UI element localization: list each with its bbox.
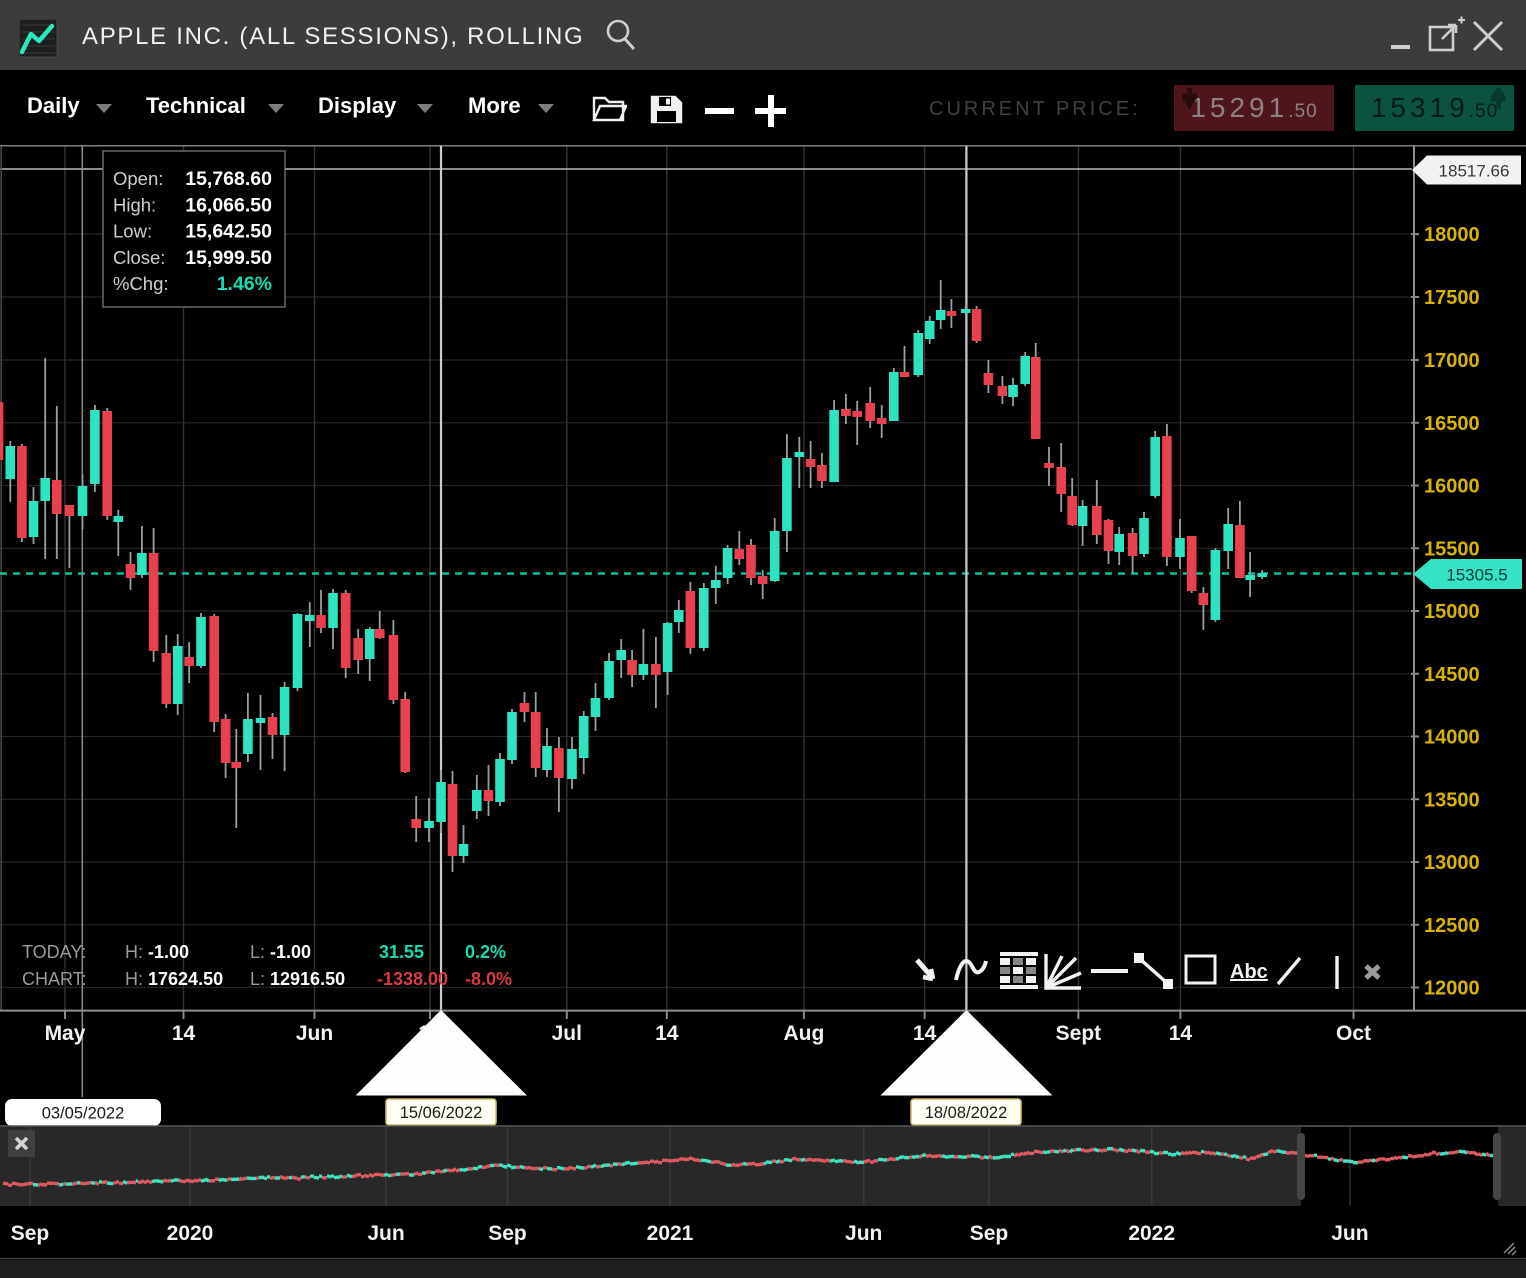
svg-text:31.55: 31.55 xyxy=(379,942,424,962)
svg-text:12000: 12000 xyxy=(1424,978,1480,1000)
svg-text:16000: 16000 xyxy=(1424,476,1480,498)
svg-text:13000: 13000 xyxy=(1424,852,1480,874)
svg-text:17000: 17000 xyxy=(1424,350,1480,372)
svg-text:18517.66: 18517.66 xyxy=(1439,162,1510,181)
svg-text:14500: 14500 xyxy=(1424,664,1480,686)
svg-text:L: -1.00: L: -1.00 xyxy=(250,942,311,962)
svg-text:16,066.50: 16,066.50 xyxy=(185,194,272,216)
svg-text:15500: 15500 xyxy=(1424,538,1480,560)
svg-text:15,768.60: 15,768.60 xyxy=(185,168,272,190)
svg-text:Sep: Sep xyxy=(970,1222,1009,1245)
svg-text:15,642.50: 15,642.50 xyxy=(185,221,272,243)
svg-text:Abc: Abc xyxy=(1230,961,1268,983)
svg-text:14000: 14000 xyxy=(1424,727,1480,749)
svg-text:Sep: Sep xyxy=(11,1222,50,1245)
svg-text:12500: 12500 xyxy=(1424,915,1480,937)
svg-text:Open:: Open: xyxy=(113,168,163,189)
svg-text:03/05/2022: 03/05/2022 xyxy=(42,1105,125,1123)
svg-text:2021: 2021 xyxy=(647,1222,694,1245)
svg-text:%Chg:: %Chg: xyxy=(113,273,169,294)
svg-text:-8.0%: -8.0% xyxy=(465,969,512,989)
svg-text:H: 17624.50: H: 17624.50 xyxy=(125,969,223,989)
svg-text:0.2%: 0.2% xyxy=(465,942,506,962)
svg-text:CHART:: CHART: xyxy=(22,969,87,989)
svg-text:18/08/2022: 18/08/2022 xyxy=(925,1104,1008,1122)
svg-text:18000: 18000 xyxy=(1424,224,1480,246)
svg-text:Oct: Oct xyxy=(1336,1022,1371,1045)
svg-text:TODAY:: TODAY: xyxy=(22,942,86,962)
svg-text:Low:: Low: xyxy=(113,221,152,242)
svg-text:17500: 17500 xyxy=(1424,287,1480,309)
svg-text:-1338.00: -1338.00 xyxy=(377,969,448,989)
svg-text:Jun: Jun xyxy=(296,1022,333,1045)
svg-text:H: -1.00: H: -1.00 xyxy=(125,942,189,962)
svg-text:14: 14 xyxy=(913,1022,937,1045)
svg-text:14: 14 xyxy=(655,1022,679,1045)
svg-text:15000: 15000 xyxy=(1424,601,1480,623)
svg-text:15/06/2022: 15/06/2022 xyxy=(400,1104,483,1122)
svg-text:1.46%: 1.46% xyxy=(217,273,272,295)
svg-text:Sep: Sep xyxy=(488,1222,527,1245)
svg-text:Jul: Jul xyxy=(552,1022,582,1045)
svg-text:15,999.50: 15,999.50 xyxy=(185,247,272,269)
svg-text:16500: 16500 xyxy=(1424,413,1480,435)
svg-text:L: 12916.50: L: 12916.50 xyxy=(250,969,345,989)
svg-text:High:: High: xyxy=(113,194,156,215)
svg-text:15305.5: 15305.5 xyxy=(1446,566,1507,585)
svg-text:Jun: Jun xyxy=(1331,1222,1368,1245)
svg-text:14: 14 xyxy=(1169,1022,1193,1045)
svg-text:May: May xyxy=(45,1022,86,1045)
svg-text:14: 14 xyxy=(172,1022,196,1045)
svg-text:Aug: Aug xyxy=(783,1022,824,1045)
svg-text:Jun: Jun xyxy=(367,1222,404,1245)
svg-text:2020: 2020 xyxy=(167,1222,214,1245)
svg-text:Sept: Sept xyxy=(1056,1022,1102,1045)
svg-text:Jun: Jun xyxy=(845,1222,882,1245)
svg-text:13500: 13500 xyxy=(1424,789,1480,811)
svg-text:Close:: Close: xyxy=(113,247,165,268)
svg-text:2022: 2022 xyxy=(1128,1222,1175,1245)
